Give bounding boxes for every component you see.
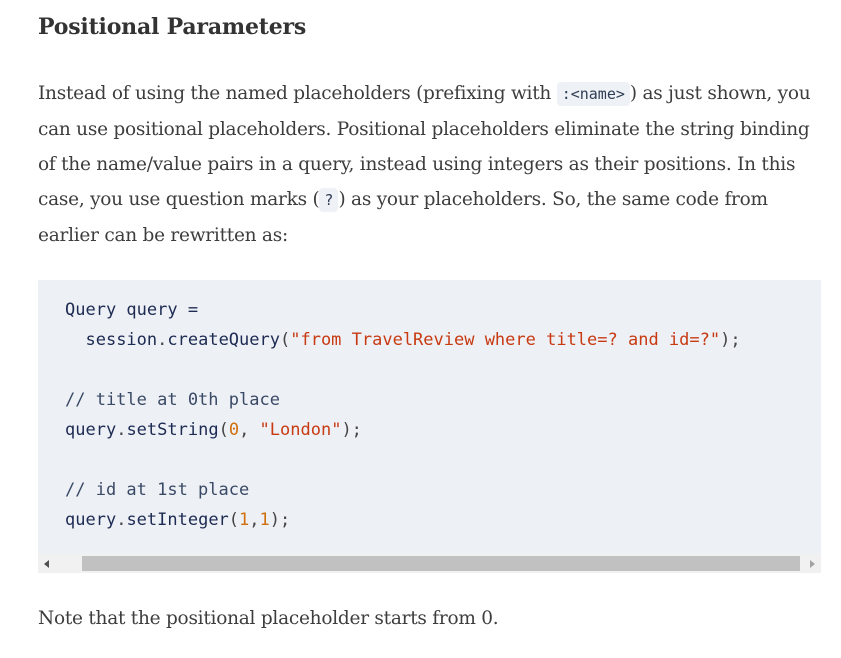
code-paren-open: (: [228, 510, 240, 530]
code-block: Query query = session.createQuery("from …: [38, 280, 821, 573]
code-query-object: query: [65, 420, 117, 440]
code-comment-id: // id at 1st place: [65, 480, 250, 500]
code-paren-open: (: [279, 330, 291, 350]
scrollbar-thumb[interactable]: [82, 556, 800, 571]
code-line-query-decl: Query query =: [65, 300, 199, 320]
code-session-object: session: [85, 330, 158, 350]
inline-code-named-placeholder: :<name>: [556, 82, 630, 106]
code-number-one: 1: [259, 510, 270, 530]
code-comment-title: // title at 0th place: [65, 390, 280, 410]
code-query-object: query: [65, 510, 117, 530]
code-paren-close: );: [720, 330, 741, 350]
code-number-zero: 0: [228, 420, 240, 440]
code-set-integer-method: setInteger: [126, 510, 229, 530]
scroll-right-arrow-icon[interactable]: [803, 554, 821, 573]
code-create-query-method: createQuery: [167, 330, 280, 350]
code-comma: ,: [249, 510, 260, 530]
scroll-left-arrow-icon[interactable]: [38, 554, 56, 573]
code-hql-string: "from TravelReview where title=? and id=…: [290, 330, 721, 350]
inline-code-question-mark: ?: [319, 188, 339, 212]
code-comma: ,: [239, 420, 260, 440]
code-dot: .: [157, 330, 168, 350]
code-london-string: "London": [259, 420, 342, 440]
code-set-string-method: setString: [126, 420, 219, 440]
code-paren-close: );: [341, 420, 362, 440]
code-paren-close: );: [269, 510, 291, 530]
horizontal-scrollbar[interactable]: [38, 554, 821, 573]
intro-text-part1: Instead of using the named placeholders …: [38, 83, 557, 104]
code-paren-open: (: [218, 420, 229, 440]
code-dot: .: [116, 510, 127, 530]
code-dot: .: [116, 420, 127, 440]
code-listing: Query query = session.createQuery("from …: [65, 295, 741, 535]
code-number-one: 1: [239, 510, 250, 530]
intro-paragraph: Instead of using the named placeholders …: [38, 76, 828, 253]
note-paragraph: Note that the positional placeholder sta…: [38, 608, 499, 629]
section-heading: Positional Parameters: [38, 14, 307, 40]
